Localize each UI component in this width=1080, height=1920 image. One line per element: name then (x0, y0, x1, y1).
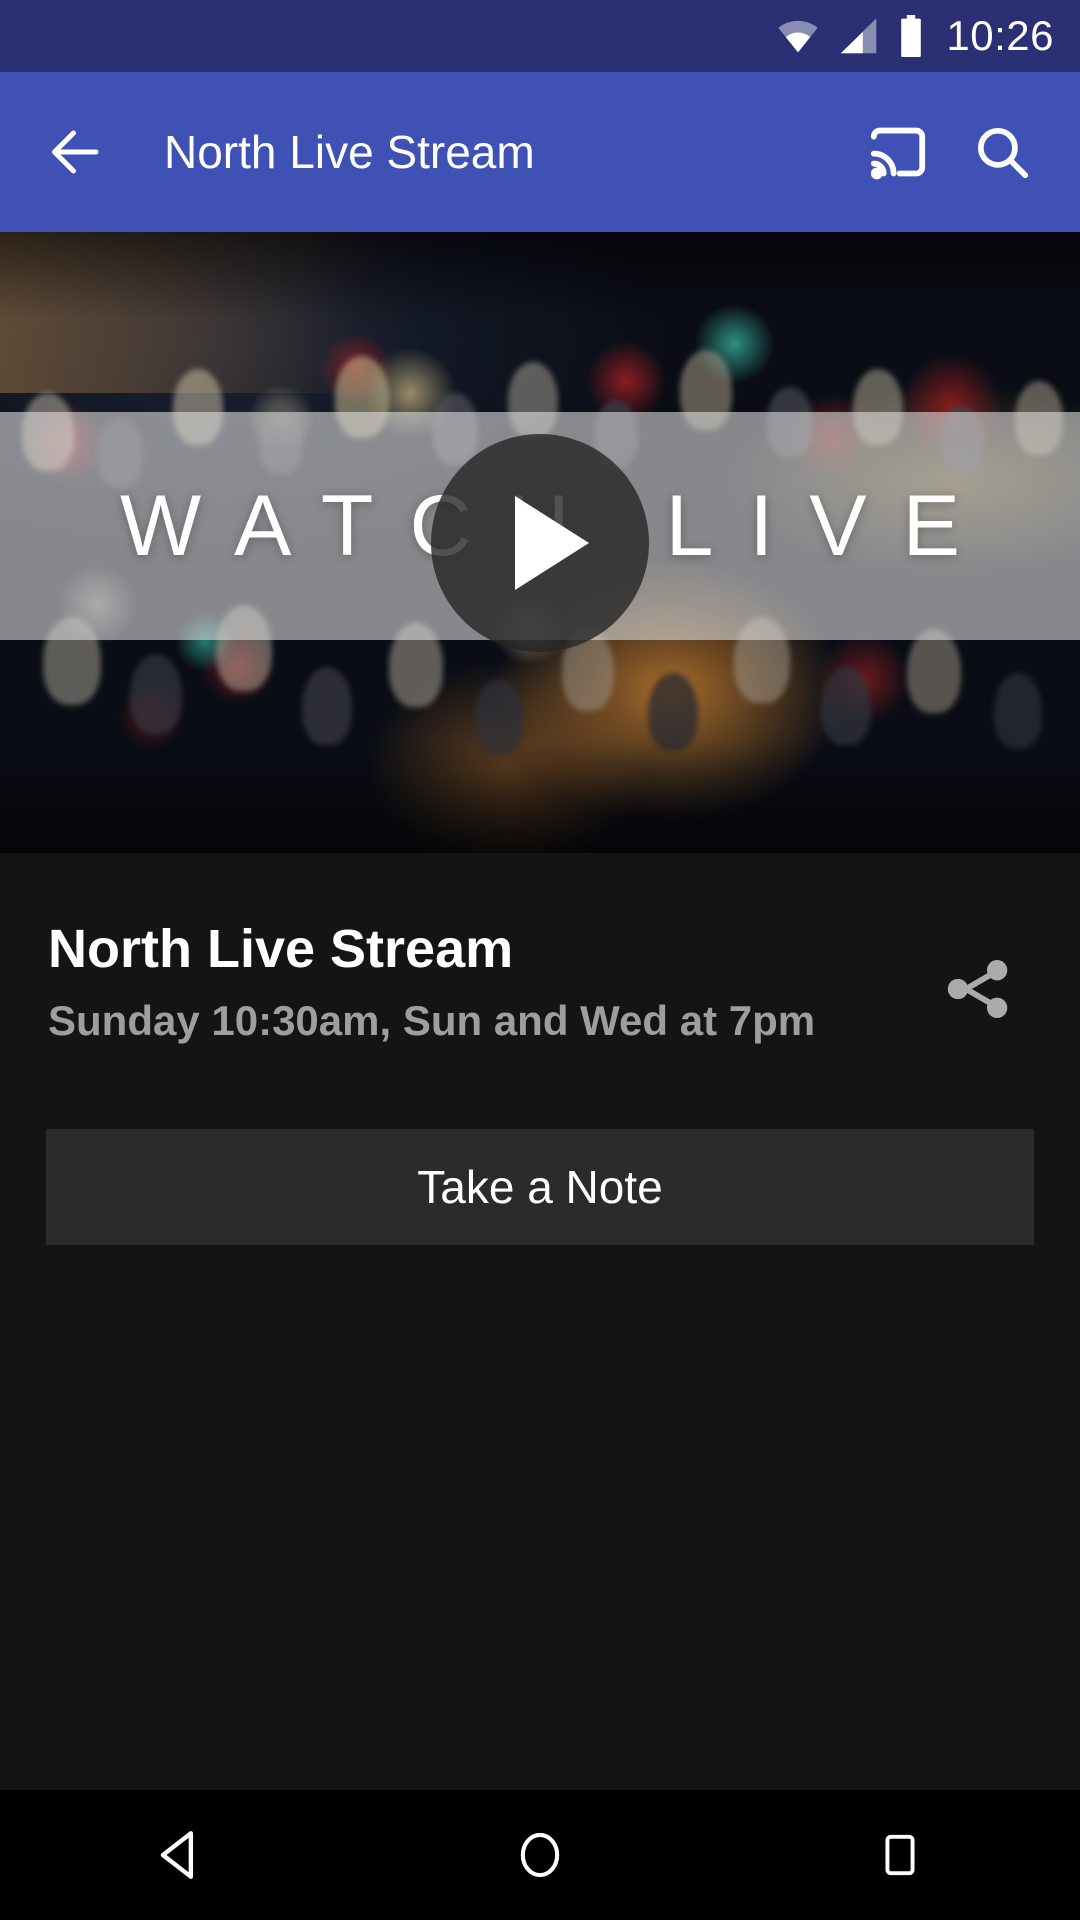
take-note-button[interactable]: Take a Note (46, 1129, 1034, 1245)
cellular-signal-icon (841, 18, 877, 54)
nav-home-button[interactable] (450, 1790, 630, 1920)
stream-text-block: North Live Stream Sunday 10:30am, Sun an… (48, 919, 930, 1046)
play-triangle-icon (515, 495, 589, 590)
cast-button[interactable] (846, 72, 950, 232)
battery-icon (901, 15, 922, 57)
chromecast-icon (870, 127, 926, 180)
triangle-back-icon (160, 1831, 194, 1879)
stream-details: North Live Stream Sunday 10:30am, Sun an… (0, 853, 1080, 1046)
schedule-text: Sunday 10:30am, Sun and Wed at 7pm (48, 997, 816, 1045)
nav-back-button[interactable] (90, 1790, 270, 1920)
wifi-icon (778, 20, 819, 53)
search-icon (977, 127, 1029, 179)
android-nav-bar (0, 1790, 1080, 1920)
status-bar: 10:26 (0, 0, 1080, 72)
content-area: North Live Stream Sunday 10:30am, Sun an… (0, 853, 1080, 1790)
share-icon (947, 960, 1008, 1018)
share-button[interactable] (930, 941, 1026, 1037)
page-title: North Live Stream (48, 919, 514, 979)
nav-recents-button[interactable] (810, 1790, 990, 1920)
app-root: 10:26 North Live Stream WATCH LIVE North… (0, 0, 1080, 1920)
circle-home-icon (520, 1832, 560, 1878)
square-recents-icon (885, 1834, 915, 1876)
search-button[interactable] (950, 72, 1054, 232)
play-button[interactable] (431, 433, 649, 652)
take-note-label: Take a Note (417, 1161, 663, 1213)
app-bar-title: North Live Stream (164, 126, 535, 178)
status-bar-icons (776, 15, 924, 57)
arrow-left-icon (52, 130, 99, 174)
app-bar: North Live Stream (0, 72, 1080, 232)
back-button[interactable] (22, 72, 130, 232)
status-bar-time: 10:26 (946, 12, 1054, 59)
video-thumbnail[interactable]: WATCH LIVE (0, 232, 1080, 853)
